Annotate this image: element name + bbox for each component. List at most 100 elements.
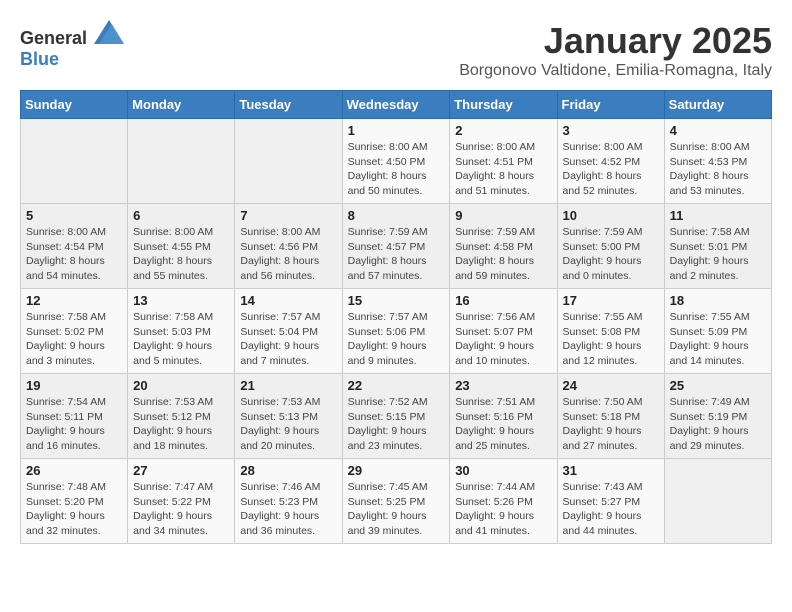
day-info: Sunrise: 8:00 AM Sunset: 4:55 PM Dayligh… (133, 225, 229, 284)
calendar-cell: 19Sunrise: 7:54 AM Sunset: 5:11 PM Dayli… (21, 374, 128, 459)
day-number: 7 (240, 208, 336, 223)
day-info: Sunrise: 8:00 AM Sunset: 4:54 PM Dayligh… (26, 225, 122, 284)
day-info: Sunrise: 7:57 AM Sunset: 5:04 PM Dayligh… (240, 310, 336, 369)
weekday-header-saturday: Saturday (664, 91, 771, 119)
logo-blue: Blue (20, 49, 59, 69)
day-number: 2 (455, 123, 551, 138)
calendar-cell: 15Sunrise: 7:57 AM Sunset: 5:06 PM Dayli… (342, 289, 450, 374)
day-info: Sunrise: 7:58 AM Sunset: 5:03 PM Dayligh… (133, 310, 229, 369)
calendar-cell: 6 Sunrise: 8:00 AM Sunset: 4:55 PM Daylig… (128, 204, 235, 289)
calendar-cell: 27Sunrise: 7:47 AM Sunset: 5:22 PM Dayli… (128, 459, 235, 544)
calendar-cell: 30Sunrise: 7:44 AM Sunset: 5:26 PM Dayli… (450, 459, 557, 544)
calendar-cell: 31Sunrise: 7:43 AM Sunset: 5:27 PM Dayli… (557, 459, 664, 544)
day-info: Sunrise: 7:58 AM Sunset: 5:01 PM Dayligh… (670, 225, 766, 284)
day-info: Sunrise: 8:00 AM Sunset: 4:50 PM Dayligh… (348, 140, 445, 199)
day-info: Sunrise: 7:48 AM Sunset: 5:20 PM Dayligh… (26, 480, 122, 539)
day-info: Sunrise: 7:59 AM Sunset: 4:58 PM Dayligh… (455, 225, 551, 284)
logo-icon (94, 20, 124, 44)
calendar-cell: 9 Sunrise: 7:59 AM Sunset: 4:58 PM Daylig… (450, 204, 557, 289)
weekday-header-friday: Friday (557, 91, 664, 119)
calendar-week-4: 19Sunrise: 7:54 AM Sunset: 5:11 PM Dayli… (21, 374, 772, 459)
day-number: 26 (26, 463, 122, 478)
calendar-week-2: 5 Sunrise: 8:00 AM Sunset: 4:54 PM Daylig… (21, 204, 772, 289)
calendar-cell: 7 Sunrise: 8:00 AM Sunset: 4:56 PM Daylig… (235, 204, 342, 289)
day-info: Sunrise: 7:55 AM Sunset: 5:08 PM Dayligh… (563, 310, 659, 369)
day-info: Sunrise: 7:52 AM Sunset: 5:15 PM Dayligh… (348, 395, 445, 454)
day-number: 5 (26, 208, 122, 223)
weekday-header-monday: Monday (128, 91, 235, 119)
day-number: 30 (455, 463, 551, 478)
calendar-cell: 21 Sunrise: 7:53 AM Sunset: 5:13 PM Dayli… (235, 374, 342, 459)
day-number: 14 (240, 293, 336, 308)
weekday-header-row: SundayMondayTuesdayWednesdayThursdayFrid… (21, 91, 772, 119)
day-info: Sunrise: 7:54 AM Sunset: 5:11 PM Dayligh… (26, 395, 122, 454)
calendar-week-5: 26 Sunrise: 7:48 AM Sunset: 5:20 PM Dayli… (21, 459, 772, 544)
day-info: Sunrise: 7:53 AM Sunset: 5:13 PM Dayligh… (240, 395, 336, 454)
day-info: Sunrise: 7:47 AM Sunset: 5:22 PM Dayligh… (133, 480, 229, 539)
day-number: 1 (348, 123, 445, 138)
day-info: Sunrise: 7:56 AM Sunset: 5:07 PM Dayligh… (455, 310, 551, 369)
calendar-cell: 16 Sunrise: 7:56 AM Sunset: 5:07 PM Dayli… (450, 289, 557, 374)
calendar-cell (128, 119, 235, 204)
calendar-cell: 1 Sunrise: 8:00 AM Sunset: 4:50 PM Daylig… (342, 119, 450, 204)
weekday-header-tuesday: Tuesday (235, 91, 342, 119)
logo-text: General Blue (20, 20, 124, 70)
calendar-cell: 17Sunrise: 7:55 AM Sunset: 5:08 PM Dayli… (557, 289, 664, 374)
day-number: 25 (670, 378, 766, 393)
weekday-header-wednesday: Wednesday (342, 91, 450, 119)
calendar-cell: 8 Sunrise: 7:59 AM Sunset: 4:57 PM Daylig… (342, 204, 450, 289)
day-number: 23 (455, 378, 551, 393)
day-info: Sunrise: 7:58 AM Sunset: 5:02 PM Dayligh… (26, 310, 122, 369)
day-info: Sunrise: 7:53 AM Sunset: 5:12 PM Dayligh… (133, 395, 229, 454)
day-number: 3 (563, 123, 659, 138)
day-info: Sunrise: 7:45 AM Sunset: 5:25 PM Dayligh… (348, 480, 445, 539)
location-subtitle: Borgonovo Valtidone, Emilia-Romagna, Ita… (459, 62, 772, 80)
day-number: 21 (240, 378, 336, 393)
calendar-table: SundayMondayTuesdayWednesdayThursdayFrid… (20, 90, 772, 544)
day-number: 20 (133, 378, 229, 393)
calendar-cell: 24 Sunrise: 7:50 AM Sunset: 5:18 PM Dayli… (557, 374, 664, 459)
calendar-week-3: 12 Sunrise: 7:58 AM Sunset: 5:02 PM Dayli… (21, 289, 772, 374)
day-info: Sunrise: 7:49 AM Sunset: 5:19 PM Dayligh… (670, 395, 766, 454)
calendar-week-1: 1 Sunrise: 8:00 AM Sunset: 4:50 PM Daylig… (21, 119, 772, 204)
day-info: Sunrise: 7:57 AM Sunset: 5:06 PM Dayligh… (348, 310, 445, 369)
calendar-cell: 23Sunrise: 7:51 AM Sunset: 5:16 PM Dayli… (450, 374, 557, 459)
calendar-cell: 4Sunrise: 8:00 AM Sunset: 4:53 PM Daylig… (664, 119, 771, 204)
calendar-cell (235, 119, 342, 204)
day-number: 9 (455, 208, 551, 223)
day-number: 28 (240, 463, 336, 478)
logo: General Blue (20, 20, 124, 70)
day-info: Sunrise: 7:55 AM Sunset: 5:09 PM Dayligh… (670, 310, 766, 369)
day-info: Sunrise: 7:59 AM Sunset: 4:57 PM Dayligh… (348, 225, 445, 284)
day-number: 22 (348, 378, 445, 393)
page-header: General Blue January 2025 Borgonovo Valt… (20, 20, 772, 80)
calendar-cell: 12 Sunrise: 7:58 AM Sunset: 5:02 PM Dayli… (21, 289, 128, 374)
calendar-cell (664, 459, 771, 544)
calendar-cell: 5 Sunrise: 8:00 AM Sunset: 4:54 PM Daylig… (21, 204, 128, 289)
calendar-cell: 25 Sunrise: 7:49 AM Sunset: 5:19 PM Dayli… (664, 374, 771, 459)
day-number: 16 (455, 293, 551, 308)
calendar-cell: 26 Sunrise: 7:48 AM Sunset: 5:20 PM Dayli… (21, 459, 128, 544)
day-info: Sunrise: 8:00 AM Sunset: 4:53 PM Dayligh… (670, 140, 766, 199)
calendar-body: 1 Sunrise: 8:00 AM Sunset: 4:50 PM Daylig… (21, 119, 772, 544)
day-number: 8 (348, 208, 445, 223)
title-area: January 2025 Borgonovo Valtidone, Emilia… (459, 20, 772, 80)
day-info: Sunrise: 8:00 AM Sunset: 4:56 PM Dayligh… (240, 225, 336, 284)
day-info: Sunrise: 8:00 AM Sunset: 4:52 PM Dayligh… (563, 140, 659, 199)
weekday-header-sunday: Sunday (21, 91, 128, 119)
calendar-cell: 28 Sunrise: 7:46 AM Sunset: 5:23 PM Dayli… (235, 459, 342, 544)
month-title: January 2025 (459, 20, 772, 62)
day-number: 24 (563, 378, 659, 393)
calendar-cell: 29Sunrise: 7:45 AM Sunset: 5:25 PM Dayli… (342, 459, 450, 544)
calendar-cell: 22 Sunrise: 7:52 AM Sunset: 5:15 PM Dayli… (342, 374, 450, 459)
logo-general: General (20, 28, 87, 48)
day-number: 10 (563, 208, 659, 223)
day-number: 6 (133, 208, 229, 223)
day-info: Sunrise: 7:50 AM Sunset: 5:18 PM Dayligh… (563, 395, 659, 454)
calendar-cell: 2Sunrise: 8:00 AM Sunset: 4:51 PM Daylig… (450, 119, 557, 204)
calendar-cell: 13Sunrise: 7:58 AM Sunset: 5:03 PM Dayli… (128, 289, 235, 374)
day-info: Sunrise: 7:46 AM Sunset: 5:23 PM Dayligh… (240, 480, 336, 539)
calendar-cell: 20 Sunrise: 7:53 AM Sunset: 5:12 PM Dayli… (128, 374, 235, 459)
day-number: 12 (26, 293, 122, 308)
day-number: 18 (670, 293, 766, 308)
